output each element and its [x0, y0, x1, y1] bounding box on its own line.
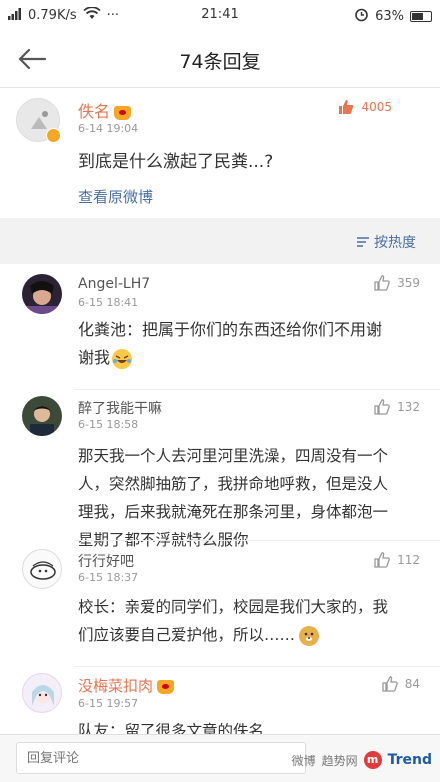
- battery-fill: [412, 13, 423, 20]
- sort-bar: 按热度: [0, 218, 440, 264]
- comment-text-span: 谢我: [78, 348, 111, 367]
- thumbs-up-icon: [374, 275, 390, 291]
- comment-timestamp: 6-15 19:57: [78, 697, 139, 710]
- sort-button[interactable]: 按热度: [356, 232, 416, 252]
- comment-text-line: 谢我: [78, 344, 428, 372]
- post-username[interactable]: 佚名: [78, 98, 132, 122]
- comment-text: 校长：亲爱的同学们，校园是我们大家的，我 们应该要自己爱护他，所以……: [78, 593, 433, 649]
- comment-text-span: 们应该要自己爱护他，所以……: [78, 626, 296, 644]
- reply-input[interactable]: [16, 742, 306, 774]
- thumbs-up-icon: [374, 552, 390, 568]
- status-right: 63%: [354, 7, 432, 26]
- comment-list: Angel-LH7 6-15 18:41 359 化粪池：把属于你们的东西还给你…: [0, 264, 440, 734]
- comment-username[interactable]: 没梅菜扣肉: [78, 675, 175, 696]
- comment-text-line: 理我，后来我就淹死在那条河里，身体都泡一: [78, 503, 389, 521]
- post-username-text: 佚名: [78, 102, 111, 121]
- list-item: Angel-LH7 6-15 18:41 359 化粪池：把属于你们的东西还给你…: [0, 264, 440, 389]
- post-like-count: 4005: [361, 100, 392, 114]
- comment-username[interactable]: 行行好吧: [78, 551, 134, 571]
- comment-text: 化粪池：把属于你们的东西还给你们不用谢 谢我: [78, 316, 428, 372]
- comment-like-count: 112: [397, 553, 420, 567]
- list-item: 行行好吧 6-15 18:37 112 校长：亲爱的同学们，校园是我们大家的，我…: [0, 541, 440, 666]
- avatar[interactable]: [22, 673, 62, 713]
- comment-text-line: 人，突然脚抽筋了，我拼命地呼救，但是没人: [78, 475, 389, 493]
- comment-text: 那天我一个人去河里河里洗澡，四周没有一个 人，突然脚抽筋了，我拼命地呼救，但是没…: [78, 442, 433, 554]
- comment-text-line: 校长：亲爱的同学们，校园是我们大家的，我: [78, 598, 389, 616]
- comment-text-line: 们应该要自己爱护他，所以……: [78, 621, 433, 649]
- comment-like-count: 132: [397, 400, 420, 414]
- comment-text-line: 化粪池：把属于你们的东西还给你们不用谢: [78, 320, 383, 339]
- view-original-link[interactable]: 查看原微博: [78, 186, 153, 207]
- comment-like-count: 359: [397, 276, 420, 290]
- comment-timestamp: 6-15 18:41: [78, 296, 139, 309]
- post-like-button[interactable]: 4005: [337, 98, 392, 116]
- comment-like-count: 84: [404, 677, 420, 691]
- list-item: 醉了我能干嘛 6-15 18:58 132 那天我一个人去河里河里洗澡，四周没有…: [0, 390, 440, 549]
- post-timestamp: 6-14 19:04: [78, 122, 139, 135]
- comment-like-button[interactable]: 359: [373, 274, 420, 292]
- trend-logo-icon: m: [363, 751, 382, 769]
- thumbs-up-icon: [374, 399, 390, 415]
- laughing-emoji-icon: [112, 348, 133, 369]
- comment-username[interactable]: Angel-LH7: [78, 276, 150, 292]
- comment-timestamp: 6-15 18:37: [78, 571, 139, 584]
- status-bar: 0.79K/s ··· 21:41 63%: [0, 0, 440, 30]
- crown-icon: [157, 679, 175, 694]
- thumbs-up-icon: [382, 676, 398, 692]
- avatar[interactable]: [22, 549, 62, 589]
- watermark-weibo: 微博: [291, 753, 316, 768]
- list-item: 没梅菜扣肉 6-15 19:57 84 队友：留了很多文章的佚名: [0, 667, 440, 734]
- battery-icon: [410, 11, 432, 22]
- thumbs-up-icon: [339, 99, 354, 114]
- doge-emoji-icon: [299, 625, 320, 646]
- watermark-en: Trend: [387, 752, 432, 768]
- original-post: 佚名 6-14 19:04 4005 到底是什么激起了民粪...? 查看原微博: [0, 88, 440, 218]
- sort-icon: [357, 237, 369, 247]
- avatar[interactable]: [22, 274, 62, 314]
- alarm-icon: [354, 7, 369, 26]
- watermark-cn: 趋势网: [321, 753, 358, 768]
- comment-like-button[interactable]: 112: [373, 551, 420, 569]
- comment-text: 队友：留了很多文章的佚名: [78, 722, 265, 734]
- nav-bar: 74条回复: [0, 30, 440, 88]
- page-title: 74条回复: [179, 51, 261, 73]
- comment-username-text: 没梅菜扣肉: [78, 677, 154, 695]
- comment-text-line: 那天我一个人去河里河里洗澡，四周没有一个: [78, 447, 389, 465]
- post-text: 到底是什么激起了民粪...?: [78, 152, 274, 172]
- comment-timestamp: 6-15 18:58: [78, 418, 139, 431]
- avatar[interactable]: [22, 396, 62, 436]
- watermark: 微博 趋势网 m Trend: [292, 751, 432, 769]
- battery-percent: 63%: [375, 9, 404, 24]
- verified-badge-icon: [46, 128, 61, 143]
- comment-username[interactable]: 醉了我能干嘛: [78, 398, 162, 418]
- reply-bar: 微博 趋势网 m Trend: [0, 734, 440, 782]
- crown-icon: [114, 105, 132, 120]
- sort-label: 按热度: [374, 235, 416, 251]
- comment-like-button[interactable]: 132: [373, 398, 420, 416]
- comment-like-button[interactable]: 84: [381, 675, 420, 693]
